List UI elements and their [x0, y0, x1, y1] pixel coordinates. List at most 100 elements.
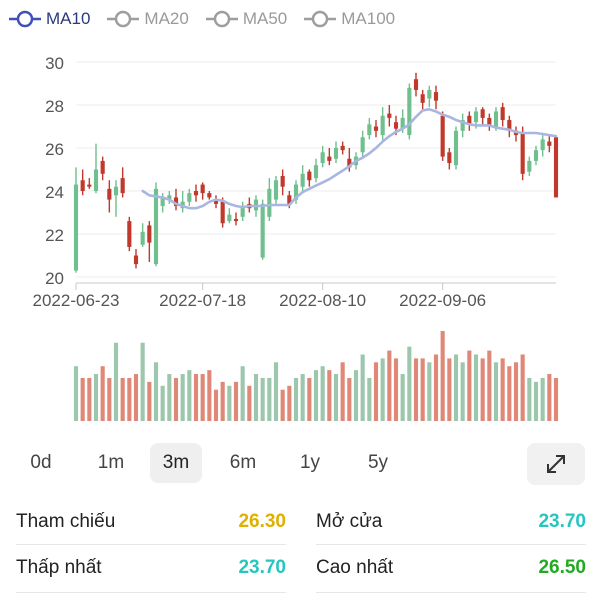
price-chart[interactable]: 30 28 26 24 22 20 2022-06-23 2022-07-18 2022-08-… — [0, 40, 600, 430]
legend-ma10-icon — [9, 10, 41, 28]
legend-ma20-icon — [107, 10, 140, 28]
stat-tham-chieu: Tham chiếu 26.30 — [16, 500, 286, 544]
volume-bar — [267, 377, 272, 421]
volume-bar — [207, 370, 212, 421]
candle-body — [313, 165, 319, 179]
stat-mo-cua-label: Mở cửa — [316, 511, 383, 532]
volume-bar — [180, 374, 185, 421]
volume-bar — [553, 377, 559, 421]
volume-bar — [407, 346, 412, 421]
candle-body — [420, 94, 425, 103]
y-tick-label: 26 — [45, 140, 64, 159]
candle-body — [273, 180, 279, 200]
volume-bar — [113, 342, 119, 421]
candle-body — [533, 150, 539, 161]
volume-bar — [513, 362, 519, 421]
volume-bar — [353, 370, 359, 421]
expand-icon — [547, 455, 565, 473]
volume-bar — [527, 377, 532, 421]
volume-bar — [533, 381, 539, 421]
volume-bar — [327, 370, 332, 421]
candle-body — [327, 156, 332, 161]
stat-thap-nhat-value: 23.70 — [238, 557, 286, 578]
volume-bar — [520, 354, 525, 421]
legend-ma20[interactable]: MA20 — [106, 8, 189, 30]
stat-cao-nhat: Cao nhất 26.50 — [316, 546, 586, 590]
volume-bar — [367, 377, 372, 421]
legend-ma50-label: MA50 — [242, 9, 288, 28]
divider — [16, 592, 286, 593]
volume-bar — [313, 370, 319, 421]
y-tick-label: 24 — [45, 183, 64, 202]
volume-bar — [107, 377, 112, 421]
candle-body — [200, 184, 205, 194]
candle-body — [193, 191, 199, 196]
fullscreen-button[interactable] — [527, 443, 585, 485]
y-tick-label: 30 — [45, 54, 64, 73]
volume-bar — [473, 354, 479, 421]
divider — [316, 592, 586, 593]
x-tick-label: 2022-06-23 — [33, 291, 120, 310]
volume-bar — [160, 385, 165, 421]
candle-body — [147, 225, 152, 243]
range-1m-button[interactable]: 1m — [86, 443, 136, 483]
volume-bar — [420, 358, 425, 421]
volume-bar — [373, 362, 379, 421]
candle-body — [547, 141, 552, 146]
range-1y-button[interactable]: 1y — [287, 443, 333, 483]
legend-ma10[interactable]: MA10 — [8, 8, 90, 30]
volume-bar — [293, 377, 299, 421]
candle-body — [127, 221, 132, 247]
volume-bar — [247, 385, 252, 421]
candle-body — [113, 186, 119, 196]
range-3m-button[interactable]: 3m — [150, 443, 202, 483]
stat-tham-chieu-label: Tham chiếu — [16, 511, 116, 532]
candle-body — [87, 184, 92, 187]
candle-body — [320, 152, 325, 164]
candle-body — [453, 130, 459, 166]
volume-bar — [73, 366, 79, 421]
x-tick-label: 2022-07-18 — [159, 291, 246, 310]
volume-bar — [493, 362, 499, 421]
candle-body — [413, 79, 419, 90]
volume-bar — [213, 389, 219, 421]
candle-body — [473, 111, 479, 123]
volume-bar — [193, 374, 199, 421]
divider — [16, 544, 286, 545]
candle-body — [393, 122, 399, 129]
range-0d-button[interactable]: 0d — [18, 443, 64, 483]
candle-body — [407, 87, 412, 136]
legend-ma20-label: MA20 — [144, 9, 189, 28]
volume-bar — [460, 362, 465, 421]
legend-ma10-label: MA10 — [46, 9, 91, 28]
stat-mo-cua-value: 23.70 — [538, 511, 586, 532]
volume-bar — [487, 350, 492, 421]
volume-bar — [80, 377, 85, 421]
candle-body — [187, 193, 192, 202]
volume-bar — [220, 381, 225, 421]
legend-ma100[interactable]: MA100 — [303, 8, 395, 30]
candle-body — [367, 124, 372, 136]
volume-bar — [480, 358, 485, 421]
volume-bar — [240, 366, 245, 421]
candle-body — [447, 152, 452, 164]
volume-bar — [400, 374, 405, 421]
candle-body — [373, 126, 379, 131]
volume-bar — [500, 358, 505, 421]
volume-bar — [380, 358, 385, 421]
range-5y-button[interactable]: 5y — [355, 443, 401, 483]
candle-body — [493, 111, 499, 127]
chart-legend: MA10 MA20 MA50 MA100 — [8, 6, 411, 32]
legend-ma100-icon — [304, 10, 337, 28]
candle-body — [307, 171, 312, 181]
candle-body — [207, 193, 212, 198]
volume-bar — [167, 374, 172, 421]
candle-body — [280, 175, 285, 187]
legend-ma50[interactable]: MA50 — [205, 8, 287, 30]
y-tick-label: 20 — [45, 269, 64, 288]
y-tick-label: 22 — [45, 226, 64, 245]
volume-bar — [393, 358, 399, 421]
candle-body — [340, 145, 345, 151]
candle-body — [387, 113, 392, 118]
range-6m-button[interactable]: 6m — [218, 443, 268, 483]
